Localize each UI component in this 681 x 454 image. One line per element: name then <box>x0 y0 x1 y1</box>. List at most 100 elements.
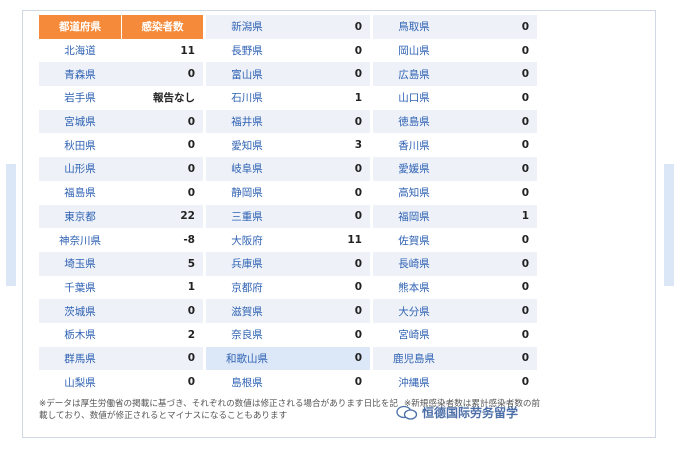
case-count: 11 <box>347 234 362 247</box>
case-count: 0 <box>521 139 529 152</box>
prefecture-link[interactable]: 富山県 <box>206 62 288 87</box>
left-scroll-indicator <box>6 164 16 286</box>
prefecture-link[interactable]: 宮城県 <box>39 109 121 134</box>
prefecture-link[interactable]: 山梨県 <box>39 370 121 394</box>
table-row: 東京都 22 <box>39 204 205 229</box>
prefecture-link[interactable]: 滋賀県 <box>206 299 288 323</box>
watermark-text: 恒德国际劳务留学 <box>422 406 519 420</box>
table-row: 滋賀県 0 <box>206 299 372 323</box>
table-row: 高知県 0 <box>373 181 539 205</box>
prefecture-link[interactable]: 長野県 <box>206 39 288 63</box>
case-count: 0 <box>288 299 370 323</box>
prefecture-link[interactable]: 宮崎県 <box>373 323 455 347</box>
prefecture-link[interactable]: 徳島県 <box>373 109 455 134</box>
table-row: 島根県 0 <box>206 370 372 394</box>
prefecture-link[interactable]: 東京都 <box>39 204 121 229</box>
table-column-3: 鳥取県 0 岡山県 0 広島県 0 山口県 0 徳島県 0 香川県 0 愛媛県 0 高知県 0 福岡県 1 佐賀県 0… <box>373 15 539 394</box>
case-count: 5 <box>121 251 203 276</box>
prefecture-link[interactable]: 岡山県 <box>373 39 455 63</box>
table-row: 青森県 0 <box>39 62 205 87</box>
table-row: 奈良県 0 <box>206 323 372 347</box>
case-count: 0 <box>288 109 370 134</box>
table-row: 宮崎県 0 <box>373 323 539 347</box>
prefecture-link[interactable]: 千葉県 <box>39 276 121 300</box>
prefecture-link[interactable]: 岐阜県 <box>206 157 288 181</box>
prefecture-link[interactable]: 鹿児島県 <box>373 346 455 371</box>
prefecture-link[interactable]: 茨城県 <box>39 299 121 323</box>
prefecture-link[interactable]: 岩手県 <box>39 86 121 110</box>
table-row: 鳥取県 0 <box>373 15 539 39</box>
case-count: 0 <box>121 109 203 134</box>
prefecture-link[interactable]: 愛媛県 <box>373 157 455 181</box>
table-row: 京都府 0 <box>206 276 372 300</box>
prefecture-link[interactable]: 佐賀県 <box>373 228 455 252</box>
case-count: 3 <box>354 139 362 152</box>
prefecture-link[interactable]: 栃木県 <box>39 323 121 347</box>
prefecture-link[interactable]: 秋田県 <box>39 133 121 157</box>
prefecture-link[interactable]: 福井県 <box>206 109 288 134</box>
case-count: 0 <box>455 62 537 87</box>
case-count: 0 <box>288 62 370 87</box>
table-row: 愛媛県 0 <box>373 157 539 181</box>
prefecture-link[interactable]: 山形県 <box>39 157 121 181</box>
table-row: 山口県 0 <box>373 86 539 110</box>
prefecture-cases-table: 都道府県 感染者数 北海道 11 青森県 0 岩手県 報告なし 宮城県 0 秋田県 0 山形県 0 福島… <box>39 15 539 394</box>
table-row: 大阪府 11 <box>206 228 372 252</box>
prefecture-link[interactable]: 北海道 <box>39 39 121 63</box>
table-row: 山形県 0 <box>39 157 205 181</box>
prefecture-link[interactable]: 愛知県 <box>206 133 288 157</box>
header-cases: 感染者数 <box>121 15 203 39</box>
case-count: 2 <box>187 328 195 341</box>
case-count: 0 <box>455 299 537 323</box>
table-row: 茨城県 0 <box>39 299 205 323</box>
prefecture-link[interactable]: 鳥取県 <box>373 15 455 39</box>
prefecture-link[interactable]: 大分県 <box>373 299 455 323</box>
footnote: ※データは厚生労働省の掲載に基づき、それぞれの数値は修正される場合があります日比… <box>39 399 398 421</box>
table-row: 鹿児島県 0 <box>373 346 539 371</box>
wechat-icon <box>396 405 418 420</box>
prefecture-link[interactable]: 高知県 <box>373 181 455 205</box>
prefecture-link[interactable]: 沖縄県 <box>373 370 455 394</box>
prefecture-link[interactable]: 和歌山県 <box>206 346 288 371</box>
prefecture-link[interactable]: 兵庫県 <box>206 251 288 276</box>
prefecture-link[interactable]: 埼玉県 <box>39 251 121 276</box>
table-row: 福井県 0 <box>206 109 372 134</box>
prefecture-link[interactable]: 福岡県 <box>373 204 455 229</box>
table-row: 群馬県 0 <box>39 346 205 371</box>
prefecture-link[interactable]: 熊本県 <box>373 276 455 300</box>
table-row: 神奈川県 -8 <box>39 228 205 252</box>
prefecture-link[interactable]: 長崎県 <box>373 251 455 276</box>
case-count: 0 <box>521 44 529 57</box>
table-row: 千葉県 1 <box>39 276 205 300</box>
table-column-1: 都道府県 感染者数 北海道 11 青森県 0 岩手県 報告なし 宮城県 0 秋田県 0 山形県 0 福島… <box>39 15 205 394</box>
case-count: 0 <box>288 15 370 39</box>
prefecture-link[interactable]: 静岡県 <box>206 181 288 205</box>
prefecture-link[interactable]: 香川県 <box>373 133 455 157</box>
right-scroll-indicator <box>664 164 674 286</box>
table-row: 福島県 0 <box>39 181 205 205</box>
prefecture-link[interactable]: 京都府 <box>206 276 288 300</box>
table-row: 栃木県 2 <box>39 323 205 347</box>
table-row: 佐賀県 0 <box>373 228 539 252</box>
prefecture-link[interactable]: 神奈川県 <box>39 228 121 252</box>
case-count: 0 <box>187 376 195 389</box>
case-count: 1 <box>354 91 362 104</box>
prefecture-link[interactable]: 石川県 <box>206 86 288 110</box>
prefecture-link[interactable]: 青森県 <box>39 62 121 87</box>
prefecture-link[interactable]: 奈良県 <box>206 323 288 347</box>
table-row: 香川県 0 <box>373 133 539 157</box>
table-row: 北海道 11 <box>39 39 205 63</box>
prefecture-link[interactable]: 大阪府 <box>206 228 288 252</box>
table-row: 三重県 0 <box>206 204 372 229</box>
prefecture-link[interactable]: 三重県 <box>206 204 288 229</box>
prefecture-link[interactable]: 島根県 <box>206 370 288 394</box>
case-count: 0 <box>354 44 362 57</box>
prefecture-link[interactable]: 広島県 <box>373 62 455 87</box>
prefecture-link[interactable]: 山口県 <box>373 86 455 110</box>
prefecture-link[interactable]: 福島県 <box>39 181 121 205</box>
prefecture-link[interactable]: 群馬県 <box>39 346 121 371</box>
prefecture-link[interactable]: 新潟県 <box>206 15 288 39</box>
table-row: 熊本県 0 <box>373 276 539 300</box>
case-count: 0 <box>521 281 529 294</box>
header-prefecture: 都道府県 <box>39 15 121 39</box>
